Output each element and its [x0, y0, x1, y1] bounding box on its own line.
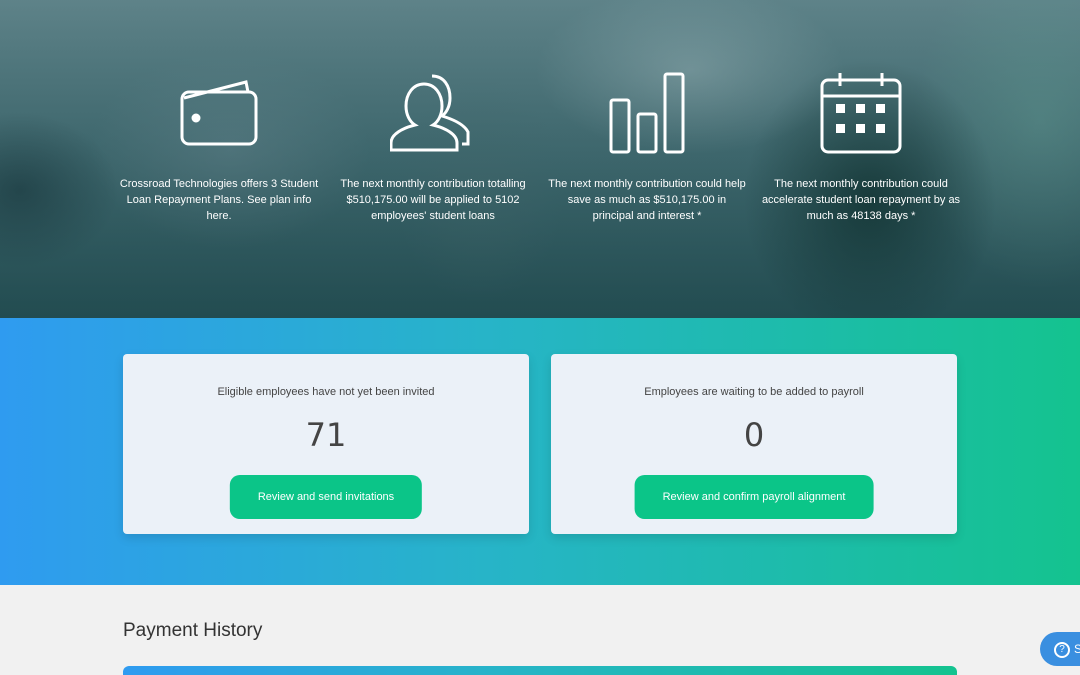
hero-banner: Crossroad Technologies offers 3 Student … — [0, 0, 1080, 318]
payroll-card: Employees are waiting to be added to pay… — [551, 354, 957, 534]
invitations-card: Eligible employees have not yet been inv… — [123, 354, 529, 534]
feature-text: The next monthly contribution could help… — [548, 178, 746, 222]
help-button[interactable]: ? S — [1040, 632, 1080, 666]
wallet-icon — [176, 70, 262, 156]
feature-text: The next monthly contribution totalling … — [340, 178, 526, 222]
card-label: Employees are waiting to be added to pay… — [644, 386, 864, 398]
card-label: Eligible employees have not yet been inv… — [217, 386, 435, 398]
calendar-icon — [818, 70, 904, 156]
help-icon: ? — [1054, 641, 1070, 658]
card-count: 0 — [743, 416, 765, 454]
help-label: S — [1074, 642, 1080, 656]
action-band: Eligible employees have not yet been inv… — [0, 318, 1080, 585]
feature-text: The next monthly contribution could acce… — [761, 178, 961, 222]
payment-history-header-bar — [123, 666, 957, 675]
review-payroll-button[interactable]: Review and confirm payroll alignment — [634, 475, 874, 519]
card-count: 71 — [305, 416, 347, 454]
feature-savings: The next monthly contribution could help… — [547, 70, 747, 224]
feature-text: Crossroad Technologies offers 3 Student … — [119, 178, 319, 222]
feature-loan-plans: Crossroad Technologies offers 3 Student … — [119, 70, 319, 224]
feature-contribution: The next monthly contribution totalling … — [333, 70, 533, 224]
users-icon — [389, 70, 476, 156]
feature-acceleration: The next monthly contribution could acce… — [761, 70, 961, 224]
payment-history-title: Payment History — [123, 620, 263, 641]
review-invitations-button[interactable]: Review and send invitations — [229, 475, 423, 519]
bar-chart-icon — [604, 70, 690, 156]
